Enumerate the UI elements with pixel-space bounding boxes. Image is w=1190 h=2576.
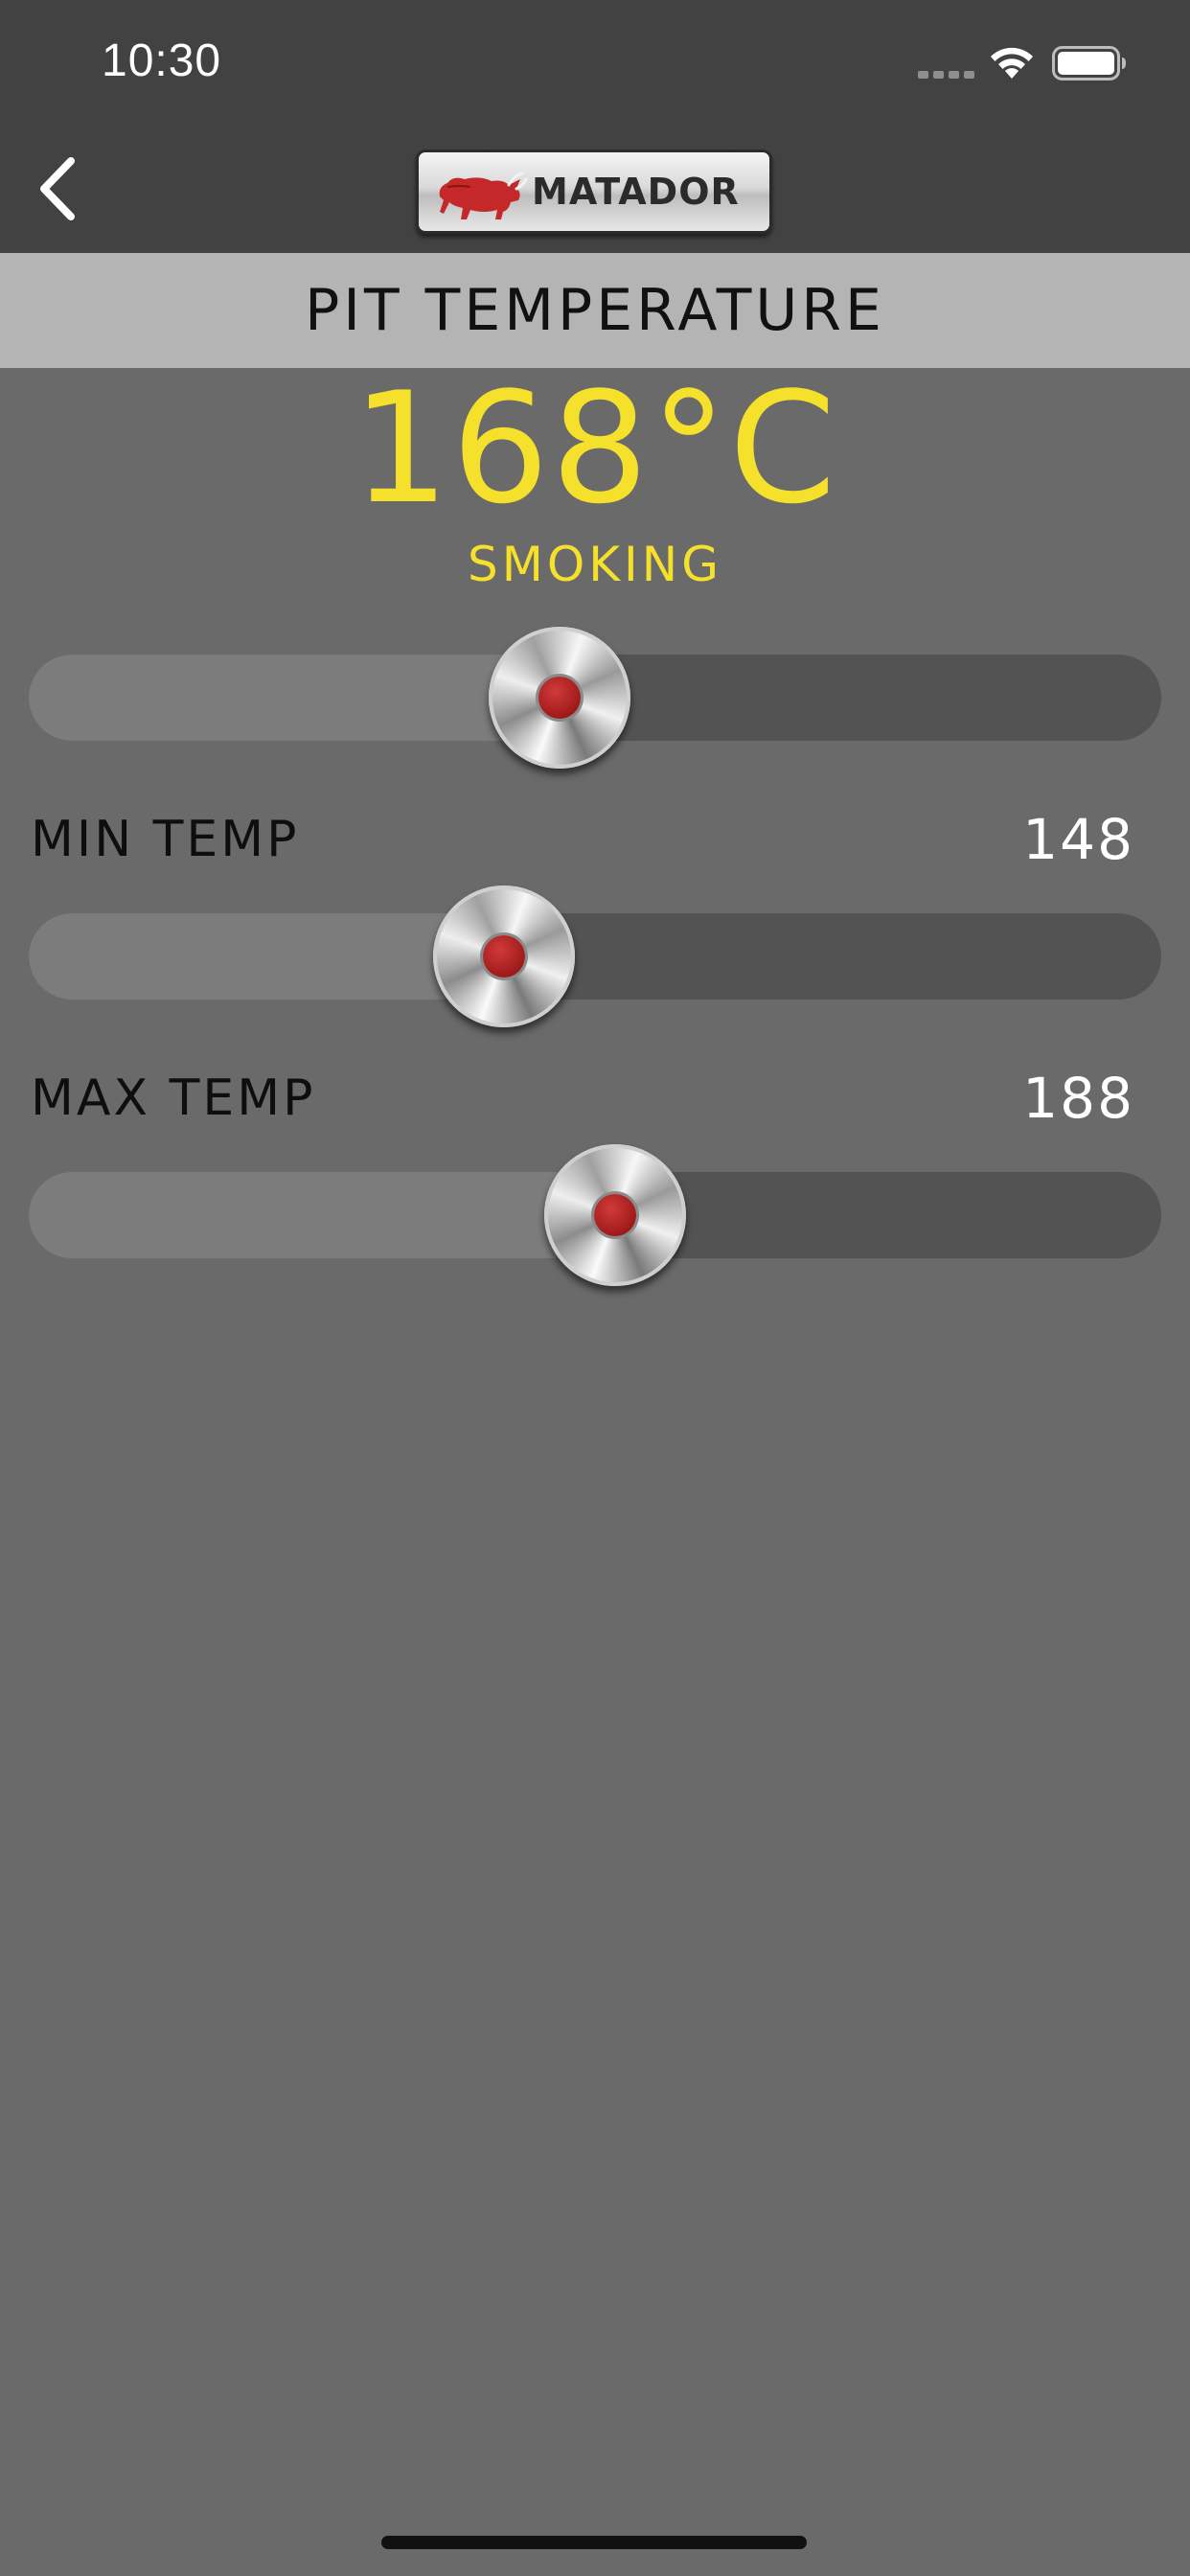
min-temp-value: 148 bbox=[1022, 807, 1134, 872]
current-temperature: 168°C bbox=[352, 358, 838, 538]
mode-label: SMOKING bbox=[468, 537, 722, 592]
max-temp-slider-fill bbox=[29, 1172, 616, 1258]
home-indicator[interactable] bbox=[381, 2536, 807, 2549]
matador-logo: MATADOR bbox=[416, 150, 772, 234]
status-time: 10:30 bbox=[102, 35, 222, 86]
wifi-icon bbox=[991, 47, 1033, 79]
pit-temp-slider-fill bbox=[29, 655, 561, 741]
app-header: 10:30 MATADOR bbox=[0, 0, 1190, 253]
chevron-left-icon bbox=[40, 157, 75, 220]
battery-icon bbox=[1052, 46, 1126, 80]
title-bar: PIT TEMPERATURE bbox=[0, 253, 1190, 368]
bull-icon bbox=[439, 172, 528, 219]
page-title: PIT TEMPERATURE bbox=[305, 277, 885, 344]
max-temp-label: MAX TEMP bbox=[31, 1070, 316, 1127]
min-temp-slider-track[interactable] bbox=[29, 913, 1161, 1000]
cellular-signal-icon bbox=[918, 71, 974, 79]
logo-text: MATADOR bbox=[532, 171, 740, 213]
max-temp-slider-thumb[interactable] bbox=[544, 1144, 687, 1286]
pit-temp-slider-thumb[interactable] bbox=[489, 627, 631, 769]
min-temp-label: MIN TEMP bbox=[31, 811, 300, 868]
min-temp-slider-thumb[interactable] bbox=[433, 886, 576, 1027]
max-temp-value: 188 bbox=[1022, 1066, 1134, 1131]
back-button[interactable] bbox=[19, 146, 96, 232]
